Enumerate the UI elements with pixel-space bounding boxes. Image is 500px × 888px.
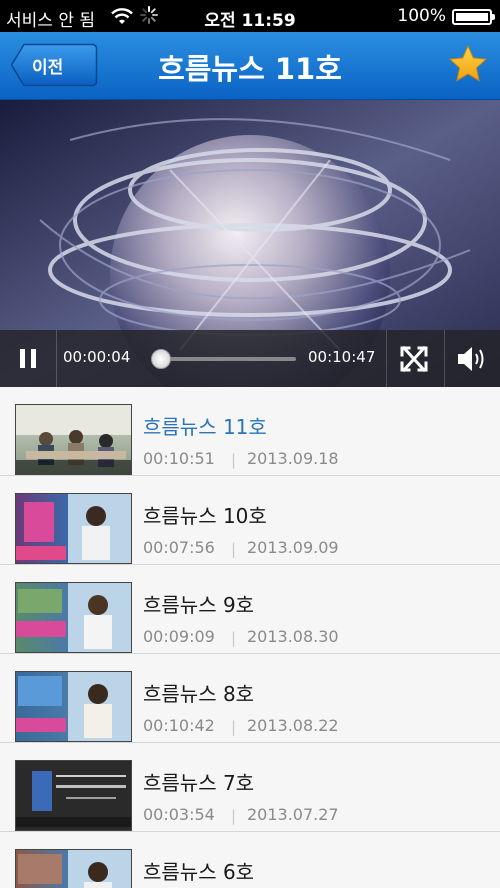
episode-duration: 00:09:09 — [143, 627, 215, 646]
list-item[interactable]: 흐름뉴스 8호 00:10:42 | 2013.08.22 — [0, 654, 500, 743]
meta-divider: | — [231, 807, 237, 825]
meta-divider: | — [231, 718, 237, 736]
seek-thumb[interactable] — [150, 349, 171, 369]
navigation-bar: 이전 흐름뉴스 11호 — [0, 32, 500, 100]
episode-thumbnail — [15, 671, 132, 742]
volume-icon[interactable] — [452, 342, 492, 376]
list-item[interactable]: 흐름뉴스 7호 00:03:54 | 2013.07.27 — [0, 743, 500, 832]
back-button-label: 이전 — [32, 58, 64, 78]
episode-list: 흐름뉴스 11호 00:10:51 | 2013.09.18 흐름뉴스 10호 … — [0, 387, 500, 888]
status-bar: 서비스 안 됨 오전 11:59 100% — [0, 0, 500, 32]
total-duration: 00:10:47 — [308, 348, 376, 366]
elapsed-time: 00:00:04 — [63, 348, 131, 366]
episode-date: 2013.08.30 — [247, 627, 339, 646]
episode-duration: 00:10:42 — [143, 716, 215, 735]
episode-date: 2013.07.27 — [247, 805, 339, 824]
list-item[interactable]: 흐름뉴스 9호 00:09:09 | 2013.08.30 — [0, 565, 500, 654]
episode-title: 흐름뉴스 8호 — [143, 682, 255, 706]
meta-divider: | — [231, 540, 237, 558]
episode-thumbnail — [15, 404, 132, 475]
episode-thumbnail — [15, 582, 132, 653]
list-item[interactable]: 흐름뉴스 11호 00:10:51 | 2013.09.18 — [0, 387, 500, 476]
episode-title: 흐름뉴스 6호 — [143, 860, 255, 884]
episode-thumbnail — [15, 493, 132, 564]
episode-title: 흐름뉴스 7호 — [143, 771, 255, 795]
controls-divider — [386, 330, 387, 387]
controls-divider — [56, 330, 57, 387]
list-item[interactable]: 흐름뉴스 10호 00:07:56 | 2013.09.09 — [0, 476, 500, 565]
star-icon[interactable] — [448, 44, 488, 84]
seek-bar[interactable] — [156, 357, 296, 361]
episode-duration: 00:03:54 — [143, 805, 215, 824]
episode-title: 흐름뉴스 9호 — [143, 593, 255, 617]
page-title: 흐름뉴스 11호 — [158, 52, 342, 86]
episode-title: 흐름뉴스 10호 — [143, 504, 267, 528]
meta-divider: | — [231, 629, 237, 647]
episode-title: 흐름뉴스 11호 — [143, 415, 267, 439]
player-controls: 00:00:04 00:10:47 — [0, 330, 500, 387]
episode-thumbnail — [15, 849, 132, 888]
fullscreen-icon[interactable] — [394, 342, 434, 376]
controls-divider — [444, 330, 445, 387]
list-item[interactable]: 흐름뉴스 6호 — [0, 832, 500, 888]
pause-icon[interactable] — [10, 340, 46, 376]
video-player[interactable]: 00:00:04 00:10:47 — [0, 100, 500, 387]
battery-percentage: 100% — [397, 6, 446, 26]
back-button[interactable]: 이전 — [10, 43, 98, 87]
episode-thumbnail — [15, 760, 132, 831]
episode-date: 2013.08.22 — [247, 716, 339, 735]
episode-date: 2013.09.18 — [247, 449, 339, 468]
episode-date: 2013.09.09 — [247, 538, 339, 557]
battery-icon — [452, 9, 495, 25]
episode-duration: 00:10:51 — [143, 449, 215, 468]
meta-divider: | — [231, 451, 237, 469]
episode-duration: 00:07:56 — [143, 538, 215, 557]
